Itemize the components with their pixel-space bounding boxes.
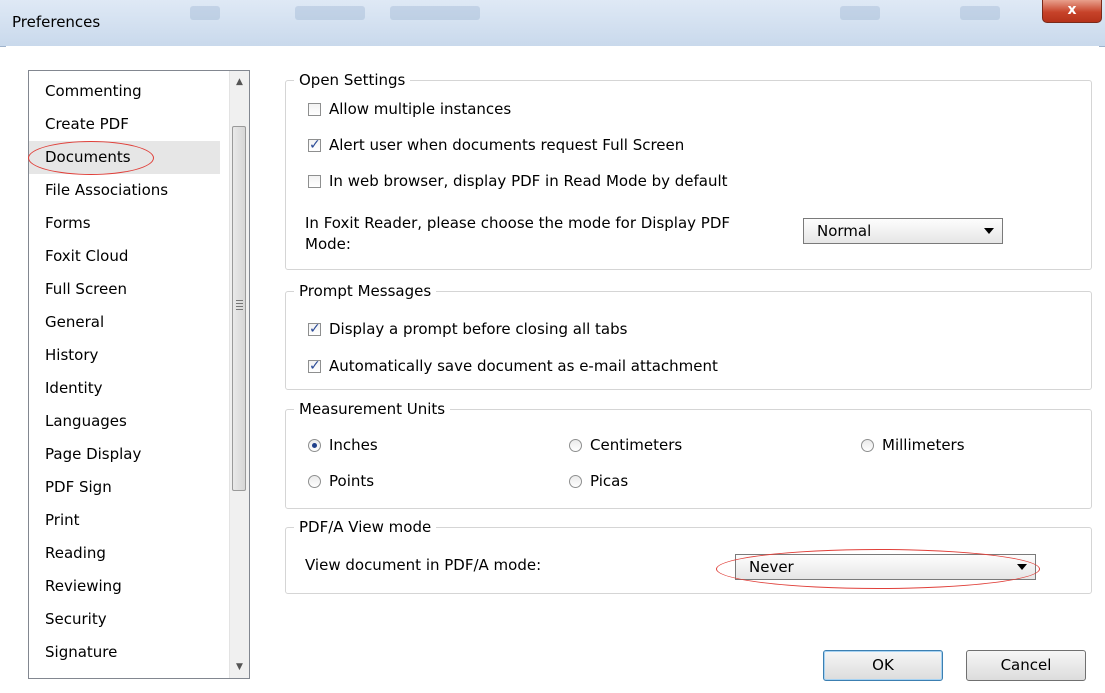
- category-item-reviewing[interactable]: Reviewing: [29, 570, 220, 603]
- web-read-mode-checkbox[interactable]: In web browser, display PDF in Read Mode…: [308, 171, 728, 191]
- category-item-foxit-cloud[interactable]: Foxit Cloud: [29, 240, 220, 273]
- radio-unselected-icon: [569, 438, 582, 452]
- prompt-closing-label: Display a prompt before closing all tabs: [329, 320, 628, 338]
- web-read-mode-label: In web browser, display PDF in Read Mode…: [329, 172, 728, 190]
- background-toolbar-ghost: [960, 6, 1000, 20]
- units-radio-centimeters[interactable]: Centimeters: [569, 435, 682, 455]
- category-item-page-display[interactable]: Page Display: [29, 438, 220, 471]
- units-points-label: Points: [329, 472, 375, 490]
- display-mode-select[interactable]: Normal: [803, 218, 1003, 244]
- category-item-languages[interactable]: Languages: [29, 405, 220, 438]
- radio-selected-icon: [308, 438, 321, 452]
- allow-multiple-instances-checkbox[interactable]: Allow multiple instances: [308, 99, 511, 119]
- window-title: Preferences: [12, 13, 101, 31]
- background-toolbar-ghost: [390, 6, 480, 20]
- background-toolbar-ghost: [190, 6, 220, 20]
- checkbox-unchecked-icon: [308, 102, 321, 116]
- allow-multiple-instances-label: Allow multiple instances: [329, 100, 512, 118]
- category-item-forms[interactable]: Forms: [29, 207, 220, 240]
- grip-icon: [236, 300, 243, 310]
- checkbox-checked-icon: [308, 135, 321, 155]
- category-item-history[interactable]: History: [29, 339, 220, 372]
- pdfa-mode-select[interactable]: Never: [735, 554, 1036, 580]
- units-centimeters-label: Centimeters: [590, 436, 683, 454]
- category-item-print[interactable]: Print: [29, 504, 220, 537]
- units-radio-points[interactable]: Points: [308, 471, 374, 491]
- display-mode-label-line2: Mode:: [305, 235, 351, 253]
- display-mode-value: Normal: [817, 222, 872, 240]
- display-mode-label-line1: In Foxit Reader, please choose the mode …: [305, 214, 731, 232]
- background-toolbar-ghost: [295, 6, 365, 20]
- units-radio-millimeters[interactable]: Millimeters: [861, 435, 965, 455]
- prompt-messages-legend: Prompt Messages: [294, 281, 437, 301]
- autosave-email-label: Automatically save document as e-mail at…: [329, 357, 718, 375]
- open-settings-group: Open Settings Allow multiple instances A…: [285, 70, 1092, 270]
- pdfa-mode-value: Never: [749, 558, 794, 576]
- measurement-units-group: Measurement Units Inches Centimeters Mil…: [285, 399, 1092, 509]
- autosave-email-checkbox[interactable]: Automatically save document as e-mail at…: [308, 356, 718, 376]
- pdfa-legend: PDF/A View mode: [294, 517, 437, 537]
- alert-fullscreen-label: Alert user when documents request Full S…: [329, 136, 685, 154]
- radio-unselected-icon: [308, 474, 321, 488]
- category-item-signature[interactable]: Signature: [29, 636, 220, 669]
- chevron-down-icon: [1017, 564, 1027, 570]
- units-millimeters-label: Millimeters: [882, 436, 965, 454]
- open-settings-legend: Open Settings: [294, 70, 411, 90]
- pdfa-label: View document in PDF/A mode:: [305, 556, 542, 574]
- checkbox-unchecked-icon: [308, 174, 321, 188]
- prompt-closing-checkbox[interactable]: Display a prompt before closing all tabs: [308, 319, 627, 339]
- checkbox-checked-icon: [308, 319, 321, 339]
- background-toolbar-ghost: [840, 6, 880, 20]
- category-scrollbar[interactable]: ▲ ▼: [229, 71, 249, 678]
- scroll-up-arrow-icon[interactable]: ▲: [230, 73, 249, 91]
- close-button[interactable]: x: [1042, 0, 1102, 23]
- category-item-general[interactable]: General: [29, 306, 220, 339]
- radio-unselected-icon: [861, 438, 874, 452]
- units-inches-label: Inches: [329, 436, 378, 454]
- category-item-full-screen[interactable]: Full Screen: [29, 273, 220, 306]
- category-item-pdf-sign[interactable]: PDF Sign: [29, 471, 220, 504]
- measurement-units-legend: Measurement Units: [294, 399, 451, 419]
- category-item-commenting[interactable]: Commenting: [29, 75, 220, 108]
- category-item-file-associations[interactable]: File Associations: [29, 174, 220, 207]
- category-item-security[interactable]: Security: [29, 603, 220, 636]
- units-picas-label: Picas: [590, 472, 629, 490]
- scroll-down-arrow-icon[interactable]: ▼: [230, 658, 249, 676]
- units-radio-inches[interactable]: Inches: [308, 435, 378, 455]
- display-mode-label: In Foxit Reader, please choose the mode …: [305, 213, 730, 255]
- category-item-reading[interactable]: Reading: [29, 537, 220, 570]
- chevron-down-icon: [984, 228, 994, 234]
- pdfa-view-mode-group: PDF/A View mode View document in PDF/A m…: [285, 517, 1092, 594]
- category-item-identity[interactable]: Identity: [29, 372, 220, 405]
- alert-fullscreen-checkbox[interactable]: Alert user when documents request Full S…: [308, 135, 684, 155]
- category-item-create-pdf[interactable]: Create PDF: [29, 108, 220, 141]
- ok-button[interactable]: OK: [823, 650, 943, 681]
- radio-unselected-icon: [569, 474, 582, 488]
- category-item-documents[interactable]: Documents: [29, 141, 220, 174]
- scroll-thumb[interactable]: [232, 126, 246, 491]
- cancel-button[interactable]: Cancel: [966, 650, 1086, 681]
- prompt-messages-group: Prompt Messages Display a prompt before …: [285, 281, 1092, 390]
- units-radio-picas[interactable]: Picas: [569, 471, 628, 491]
- title-bar: Preferences x: [0, 0, 1105, 47]
- close-icon: x: [1067, 2, 1077, 18]
- category-list[interactable]: Commenting Create PDF Documents File Ass…: [28, 70, 250, 679]
- checkbox-checked-icon: [308, 356, 321, 376]
